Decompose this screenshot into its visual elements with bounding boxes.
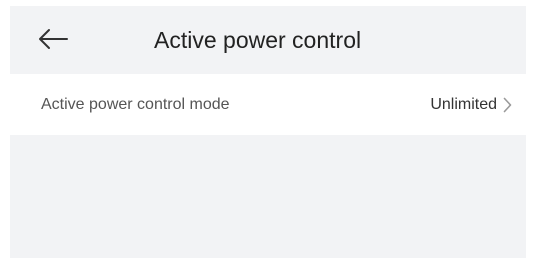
active-power-control-mode-row[interactable]: Active power control mode Unlimited <box>10 74 526 135</box>
chevron-right-icon <box>503 97 512 113</box>
app-header: Active power control <box>10 6 526 74</box>
screen: Active power control Active power contro… <box>0 0 536 268</box>
page-title: Active power control <box>154 27 362 53</box>
empty-content-area <box>10 135 526 258</box>
setting-value-group: Unlimited <box>430 74 512 135</box>
setting-label: Active power control mode <box>41 96 230 113</box>
setting-value: Unlimited <box>430 95 497 113</box>
arrow-left-icon <box>37 28 69 55</box>
back-button[interactable] <box>36 26 70 56</box>
